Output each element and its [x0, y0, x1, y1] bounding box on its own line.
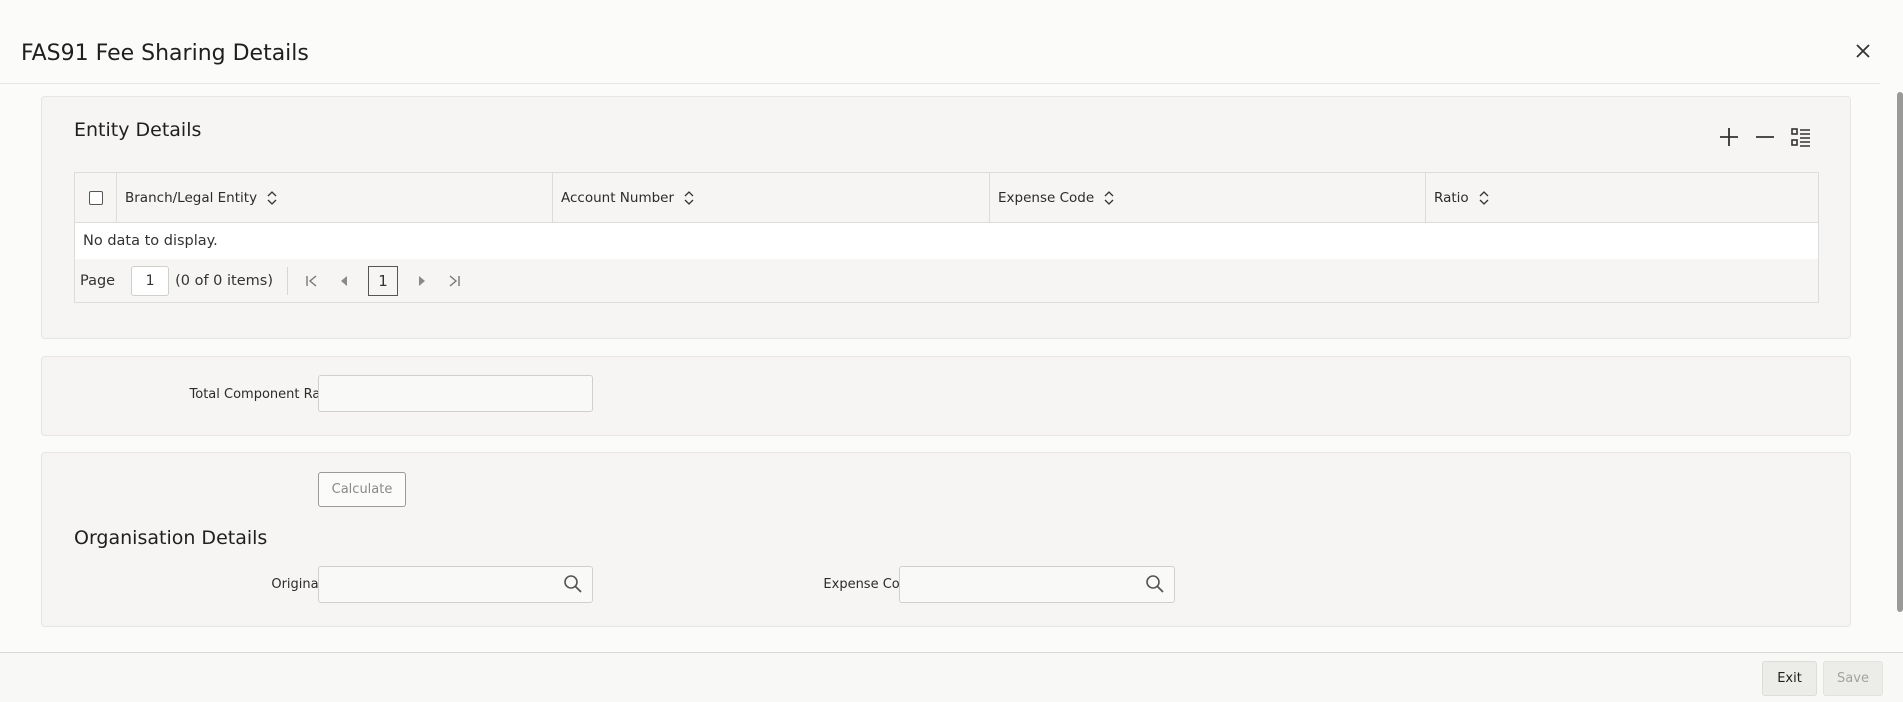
last-page-icon[interactable] — [441, 266, 467, 296]
grid-toolbar — [1716, 124, 1814, 150]
dialog-footer: Exit Save — [0, 652, 1903, 702]
vertical-scrollbar[interactable] — [1897, 92, 1903, 612]
empty-grid-message: No data to display. — [83, 233, 218, 249]
total-component-ratio-input[interactable] — [318, 375, 593, 412]
exit-button[interactable]: Exit — [1762, 661, 1817, 696]
select-all-checkbox[interactable] — [88, 191, 103, 205]
sort-icon[interactable] — [1104, 191, 1114, 205]
pager-item-count: (0 of 0 items) — [175, 272, 273, 289]
current-page-number[interactable]: 1 — [368, 265, 398, 296]
search-icon[interactable] — [1145, 574, 1165, 594]
entity-grid: Branch/Legal Entity Account Number Expen… — [74, 172, 1819, 303]
column-header-label: Ratio — [1434, 190, 1469, 206]
select-all-cell — [75, 173, 117, 223]
expense-code-label: Expense Code — [823, 577, 916, 592]
organisation-details-panel: Calculate Organisation Details Originato… — [41, 452, 1851, 627]
pager-divider — [287, 266, 288, 295]
grid-header-row: Branch/Legal Entity Account Number Expen… — [75, 173, 1818, 223]
column-header-label: Expense Code — [998, 190, 1095, 206]
fee-sharing-dialog: FAS91 Fee Sharing Details Entity Details — [0, 0, 1903, 702]
sort-icon[interactable] — [1479, 191, 1489, 205]
column-header-expense-code[interactable]: Expense Code — [990, 173, 1426, 223]
list-view-icon[interactable] — [1788, 124, 1814, 150]
next-page-icon[interactable] — [409, 266, 435, 296]
grid-pager: Page 1 (0 of 0 items) 1 — [75, 259, 1818, 302]
column-header-branch[interactable]: Branch/Legal Entity — [117, 173, 553, 223]
sort-icon[interactable] — [684, 191, 694, 205]
total-ratio-panel: Total Component Ratio — [41, 356, 1851, 436]
search-icon[interactable] — [563, 574, 583, 594]
entity-details-panel: Entity Details Branch/Legal Entity Accou… — [41, 96, 1851, 339]
dialog-header: FAS91 Fee Sharing Details — [0, 0, 1880, 84]
entity-details-title: Entity Details — [74, 119, 202, 141]
expense-code-input[interactable] — [899, 566, 1175, 603]
save-button[interactable]: Save — [1823, 661, 1883, 696]
previous-page-icon[interactable] — [331, 266, 357, 296]
column-header-label: Branch/Legal Entity — [125, 190, 258, 206]
first-page-icon[interactable] — [299, 266, 325, 296]
minus-icon[interactable] — [1752, 124, 1778, 150]
column-header-account-number[interactable]: Account Number — [553, 173, 990, 223]
calculate-button[interactable]: Calculate — [318, 472, 406, 507]
total-component-ratio-label: Total Component Ratio — [189, 387, 337, 402]
column-header-label: Account Number — [561, 190, 675, 206]
originator-label: Originator — [271, 577, 337, 592]
plus-icon[interactable] — [1716, 124, 1742, 150]
originator-input[interactable] — [318, 566, 593, 603]
organisation-details-title: Organisation Details — [74, 527, 268, 549]
page-input[interactable]: 1 — [131, 265, 170, 296]
column-header-ratio[interactable]: Ratio — [1426, 173, 1818, 223]
dialog-title: FAS91 Fee Sharing Details — [21, 41, 309, 66]
sort-icon[interactable] — [267, 191, 277, 205]
close-icon[interactable] — [1852, 40, 1874, 62]
pager-label: Page — [80, 272, 116, 289]
